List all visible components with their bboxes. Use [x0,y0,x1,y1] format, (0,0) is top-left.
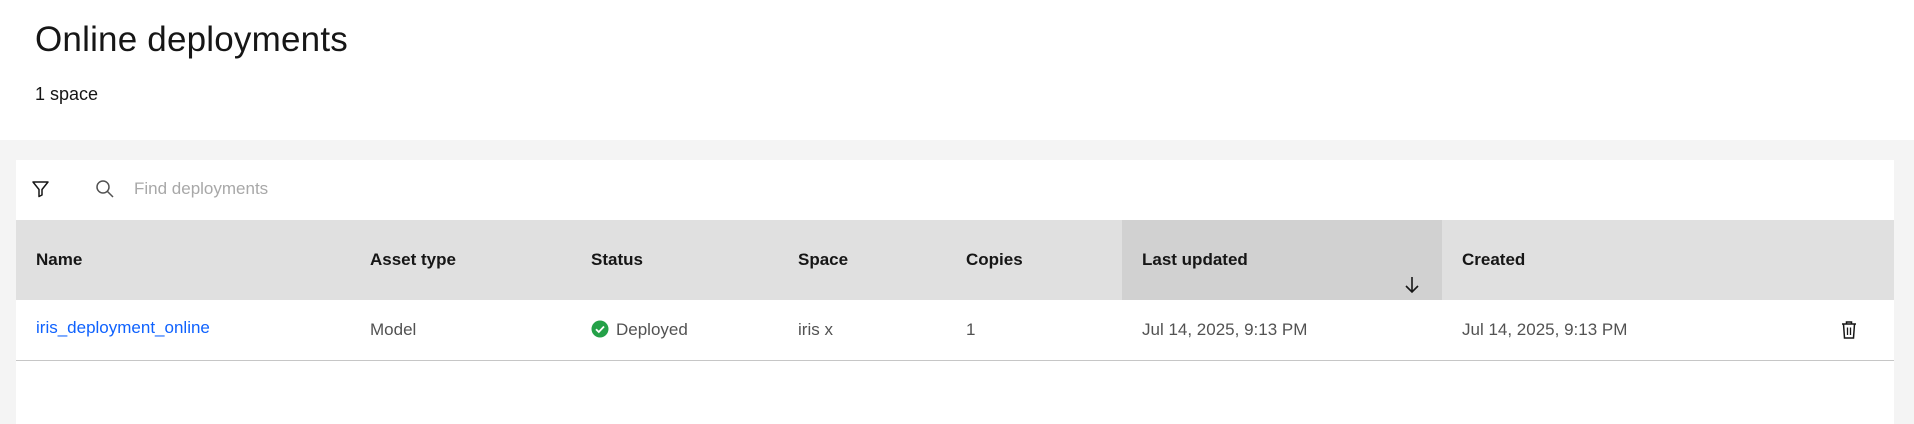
column-header-name[interactable]: Name [16,220,356,300]
column-header-last-updated[interactable]: Last updated [1122,220,1442,300]
asset-type-cell: Model [370,320,417,339]
table-toolbar [16,160,1894,220]
trash-icon[interactable] [1838,319,1860,341]
column-header-copies[interactable]: Copies [966,220,1116,300]
deployment-name-link[interactable]: iris_deployment_online [36,300,210,360]
column-header-asset-type[interactable]: Asset type [370,220,570,300]
column-header-space[interactable]: Space [798,220,948,300]
space-cell: iris x [798,320,833,339]
table-row: iris_deployment_online Model Deployed ir… [16,300,1894,361]
status-cell: Deployed [591,300,688,360]
column-header-created[interactable]: Created [1462,220,1762,300]
page-title: Online deployments [35,20,348,59]
checkmark-filled-icon [591,320,609,338]
search-icon [94,178,116,200]
last-updated-cell: Jul 14, 2025, 9:13 PM [1142,320,1308,339]
table-header: Name Asset type Status Space Copies Last… [16,220,1894,300]
column-header-status[interactable]: Status [591,220,771,300]
created-cell: Jul 14, 2025, 9:13 PM [1462,320,1628,339]
arrow-down-icon[interactable] [1402,250,1422,294]
deployments-panel: Name Asset type Status Space Copies Last… [16,160,1894,424]
column-header-last-updated-label: Last updated [1142,250,1248,269]
copies-cell: 1 [966,320,976,339]
space-count: 1 space [35,84,99,104]
search-input[interactable] [134,172,834,206]
status-label: Deployed [616,320,688,339]
page-header: Online deployments 1 space [0,0,1914,140]
filter-icon[interactable] [30,178,52,200]
